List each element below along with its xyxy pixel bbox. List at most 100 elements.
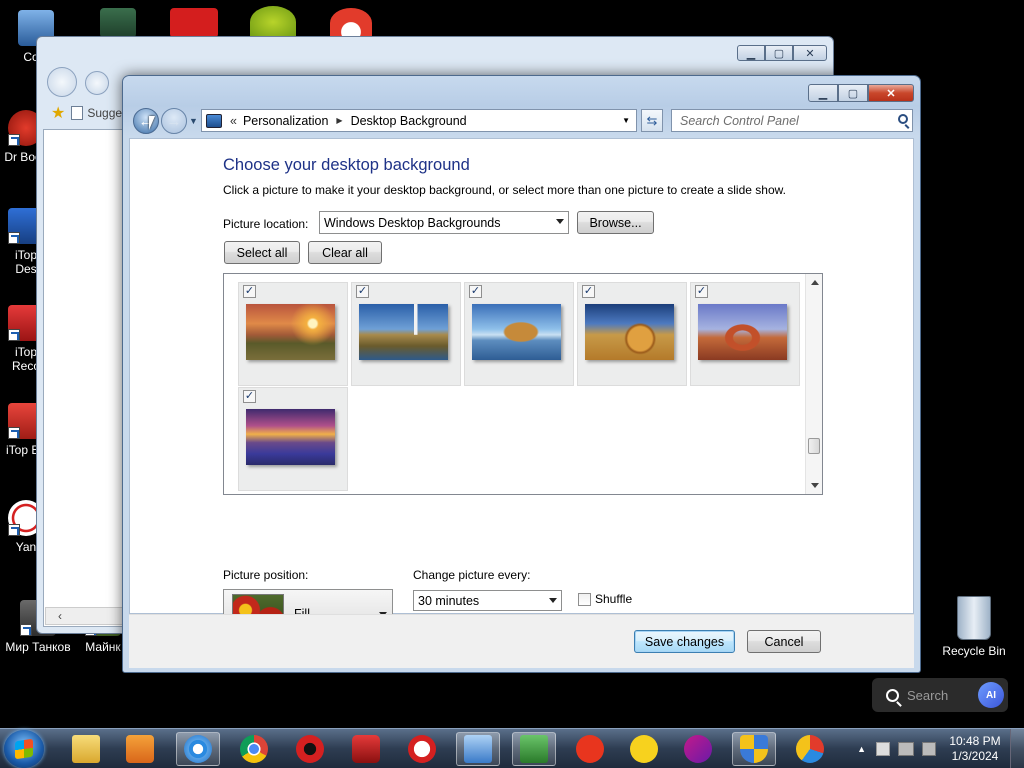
desktop-search-widget[interactable]: Search AI: [872, 678, 1008, 712]
forward-arrow-icon: →: [166, 112, 182, 130]
network-monitor-icon: [520, 735, 548, 763]
wallpaper-thumbnail[interactable]: ✓: [238, 387, 348, 491]
minimize-button[interactable]: ▁: [808, 84, 838, 102]
dialog-footer: Save changes Cancel: [129, 614, 914, 668]
refresh-button[interactable]: ⇆: [641, 109, 663, 132]
breadcrumb-separator-icon[interactable]: ▶: [336, 116, 342, 125]
taskbar-control-panel[interactable]: [456, 732, 500, 766]
app-icon-top-4[interactable]: [330, 8, 372, 38]
maximize-button[interactable]: ▢: [838, 84, 868, 102]
start-button[interactable]: [4, 730, 44, 768]
taskbar-yandex[interactable]: [568, 732, 612, 766]
scrollbar-thumb[interactable]: [808, 438, 820, 454]
change-picture-interval-dropdown[interactable]: 30 minutes: [413, 590, 562, 611]
picture-gallery[interactable]: ✓ ✓ ✓ ✓ ✓ ✓: [223, 273, 823, 495]
system-tray: ▲ 10:48 PM 1/3/2024: [857, 729, 1024, 768]
desktop-icon-recycle-bin[interactable]: Recycle Bin: [936, 596, 1012, 658]
close-button[interactable]: ✕: [868, 84, 914, 102]
wallpaper-thumbnail[interactable]: ✓: [238, 282, 348, 386]
wallpaper-image: [472, 304, 561, 360]
show-hidden-icons-icon[interactable]: ▲: [857, 744, 866, 754]
page-title: Choose your desktop background: [223, 156, 470, 174]
red-gear-icon: [296, 735, 324, 763]
thumbnail-checkbox[interactable]: ✓: [469, 285, 482, 298]
volume-muted-icon[interactable]: [922, 742, 936, 756]
breadcrumb-overflow[interactable]: «: [230, 114, 237, 128]
scroll-left-arrow[interactable]: ‹: [58, 609, 62, 623]
taskbar-itop-recorder[interactable]: [344, 732, 388, 766]
select-all-button[interactable]: Select all: [224, 241, 300, 264]
desktop-icon-label: Мир Танков: [5, 640, 71, 654]
wallpaper-thumbnail[interactable]: ✓: [464, 282, 574, 386]
wallpaper-thumbnail[interactable]: ✓: [351, 282, 461, 386]
scroll-up-arrow-icon[interactable]: [811, 280, 819, 285]
address-dropdown-icon[interactable]: ▼: [622, 116, 630, 125]
cancel-button[interactable]: Cancel: [747, 630, 821, 653]
suggested-sites-link[interactable]: Sugge: [87, 106, 122, 120]
app-icon-top-2[interactable]: [170, 8, 218, 38]
chevron-down-icon: [556, 219, 564, 224]
desktop-background-window[interactable]: ▁ ▢ ✕ ← → ▼ « Personalization ▶ Desktop …: [122, 75, 921, 673]
forward-button[interactable]: [85, 71, 109, 95]
taskbar-security-shield[interactable]: [732, 732, 776, 766]
horizontal-scrollbar[interactable]: ‹: [45, 607, 125, 625]
shuffle-checkbox[interactable]: Shuffle: [578, 592, 632, 606]
wallpaper-thumbnail[interactable]: ✓: [690, 282, 800, 386]
thumbnail-checkbox[interactable]: ✓: [243, 285, 256, 298]
taskbar-yandex-market[interactable]: [622, 732, 666, 766]
ai-assistant-button[interactable]: AI: [978, 682, 1004, 708]
wallpaper-image: [698, 304, 787, 360]
thumbnail-checkbox[interactable]: ✓: [582, 285, 595, 298]
maximize-button[interactable]: ▢: [765, 45, 793, 61]
recent-pages-dropdown-icon[interactable]: ▼: [189, 116, 198, 126]
recycle-bin-icon: [957, 596, 991, 640]
taskbar-chrome[interactable]: [232, 732, 276, 766]
app-icon-top-1[interactable]: [100, 8, 136, 38]
show-desktop-button[interactable]: [1010, 729, 1024, 768]
taskbar-network-app[interactable]: [512, 732, 556, 766]
back-button[interactable]: [47, 67, 77, 97]
change-picture-every-label: Change picture every:: [413, 568, 531, 582]
caption-buttons: ▁ ▢ ✕: [808, 84, 914, 102]
page-description: Click a picture to make it your desktop …: [223, 183, 786, 197]
forward-button[interactable]: →: [161, 108, 187, 134]
gallery-vertical-scrollbar[interactable]: [805, 274, 822, 494]
navigation-bar: ← → ▼ « Personalization ▶ Desktop Backgr…: [129, 106, 914, 136]
scroll-down-arrow-icon[interactable]: [811, 483, 819, 488]
thumbnail-checkbox[interactable]: ✓: [695, 285, 708, 298]
browse-button[interactable]: Browse...: [577, 211, 654, 234]
app-icon-top-3[interactable]: [250, 6, 296, 38]
shuffle-checkbox-box[interactable]: [578, 592, 591, 606]
breadcrumb-desktop-background[interactable]: Desktop Background: [351, 114, 467, 128]
refresh-icon: ⇆: [646, 112, 658, 128]
clock[interactable]: 10:48 PM 1/3/2024: [940, 734, 1010, 764]
taskbar-internet-explorer[interactable]: [176, 732, 220, 766]
network-icon[interactable]: [898, 742, 914, 756]
address-bar[interactable]: « Personalization ▶ Desktop Background ▼: [201, 109, 637, 132]
clear-all-button[interactable]: Clear all: [308, 241, 382, 264]
close-button[interactable]: ✕: [793, 45, 827, 61]
taskbar-app-red-gear[interactable]: [288, 732, 332, 766]
taskbar-wildberries[interactable]: [676, 732, 720, 766]
taskbar-file-explorer[interactable]: [64, 732, 108, 766]
clock-time: 10:48 PM: [949, 734, 1001, 748]
picture-location-dropdown[interactable]: Windows Desktop Backgrounds: [319, 211, 569, 234]
search-icon[interactable]: [898, 114, 908, 124]
thumbnail-checkbox[interactable]: ✓: [243, 390, 256, 403]
action-center-icon[interactable]: [876, 742, 890, 756]
search-control-panel-input[interactable]: Search Control Panel: [671, 109, 913, 132]
save-changes-button[interactable]: Save changes: [634, 630, 735, 653]
wallpaper-thumbnail[interactable]: ✓: [577, 282, 687, 386]
taskbar-yandex-browser[interactable]: [400, 732, 444, 766]
taskbar-vpn-app[interactable]: [788, 732, 832, 766]
minimize-button[interactable]: ▁: [737, 45, 765, 61]
taskbar-media-player[interactable]: [118, 732, 162, 766]
back-button[interactable]: ←: [133, 108, 159, 134]
back-window-caption-buttons: ▁ ▢ ✕: [737, 45, 827, 61]
chrome-icon: [240, 735, 268, 763]
market-icon: [630, 735, 658, 763]
picture-position-label: Picture position:: [223, 568, 309, 582]
favorites-star-icon[interactable]: ★: [51, 103, 65, 123]
thumbnail-checkbox[interactable]: ✓: [356, 285, 369, 298]
breadcrumb-personalization[interactable]: Personalization: [243, 114, 328, 128]
